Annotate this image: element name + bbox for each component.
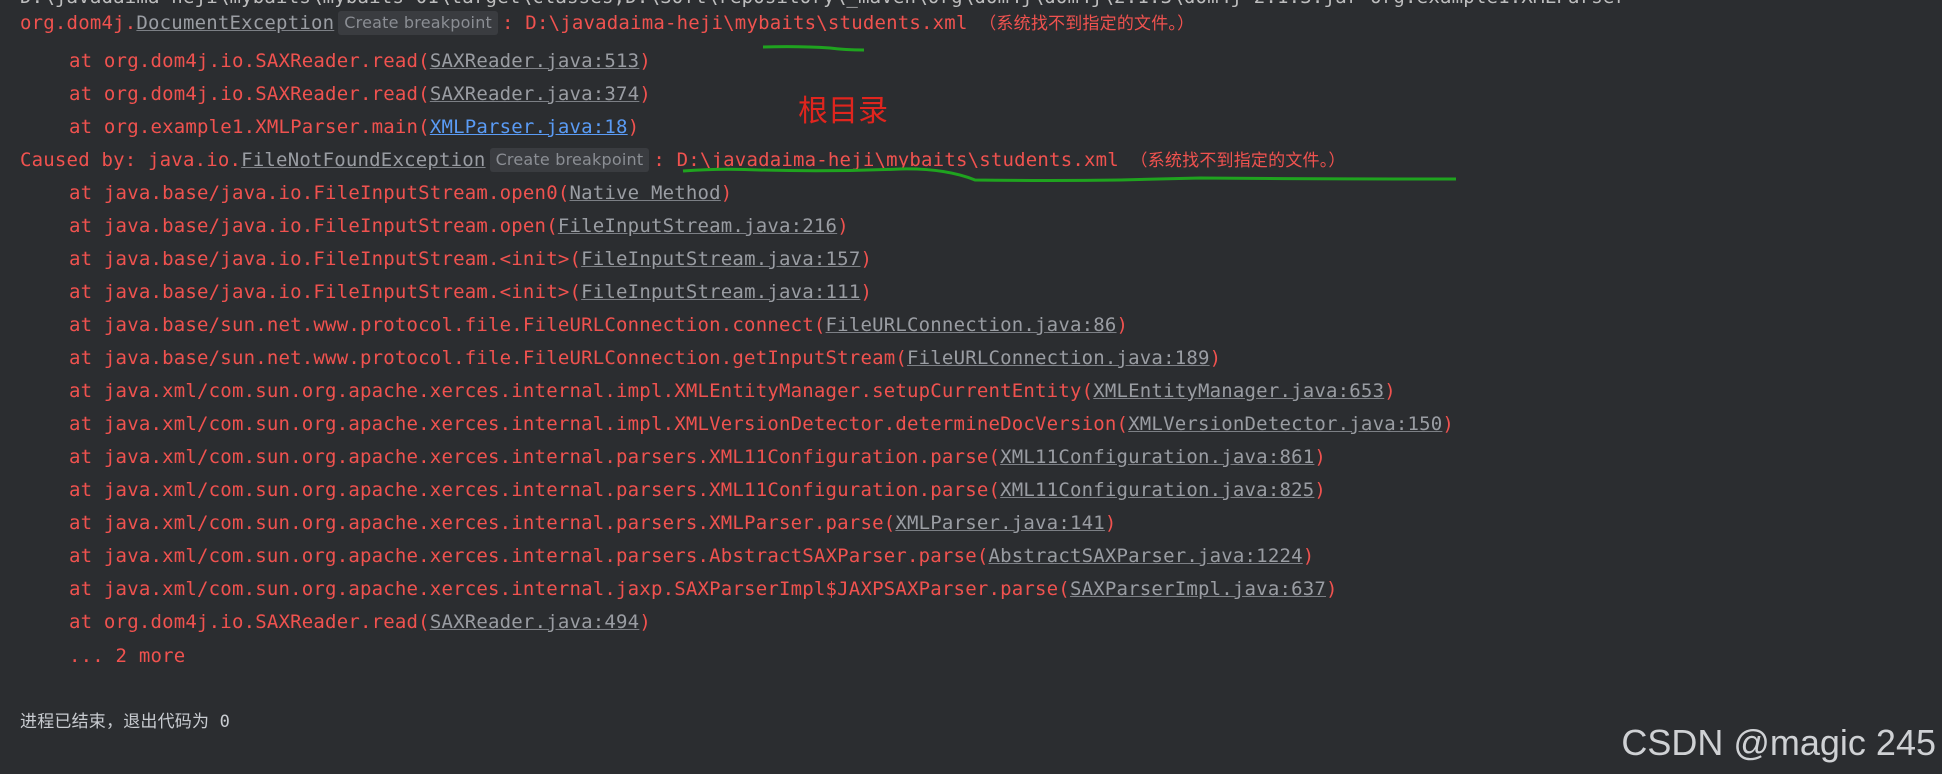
stack-frame-source-link[interactable]: Native Method <box>569 182 720 204</box>
stack-frame: at java.xml/com.sun.org.apache.xerces.in… <box>69 475 1326 505</box>
stack-frame-method: at java.base/java.io.FileInputStream.<in… <box>69 248 582 270</box>
stack-frame-method: at java.base/sun.net.www.protocol.file.F… <box>69 347 908 369</box>
stack-frame-source-link[interactable]: XML11Configuration.java:825 <box>1000 479 1314 501</box>
stack-frame: at java.xml/com.sun.org.apache.xerces.in… <box>69 376 1396 406</box>
stack-frame: at java.xml/com.sun.org.apache.xerces.in… <box>69 442 1326 472</box>
closing-paren: ) <box>639 50 651 72</box>
stack-frame: at java.xml/com.sun.org.apache.xerces.in… <box>69 409 1454 439</box>
closing-paren: ) <box>1442 413 1455 435</box>
caused-prefix: Caused by: java.io. <box>20 149 242 171</box>
stack-frame-source-link[interactable]: XMLVersionDetector.java:150 <box>1128 413 1442 435</box>
stack-frame: at java.base/java.io.FileInputStream.<in… <box>69 244 872 274</box>
stack-frame: at java.xml/com.sun.org.apache.xerces.in… <box>69 574 1338 604</box>
stack-frame-source-link[interactable]: AbstractSAXParser.java:1224 <box>988 545 1302 567</box>
stack-frame: at java.xml/com.sun.org.apache.xerces.in… <box>69 541 1314 571</box>
stack-frame-method: at org.example1.XMLParser.main( <box>69 116 430 138</box>
stack-frame-source-link[interactable]: XML11Configuration.java:861 <box>1000 446 1314 468</box>
stack-frame: at org.dom4j.io.SAXReader.read(SAXReader… <box>69 607 651 637</box>
closing-paren: ) <box>1209 347 1222 369</box>
stack-frame-method: at java.base/java.io.FileInputStream.<in… <box>69 281 582 303</box>
caused-message: : D:\javadaima-heji\mybaits\students.xml <box>653 149 1119 171</box>
closing-paren: ) <box>1314 479 1327 501</box>
stack-frame-method: at java.base/sun.net.www.protocol.file.F… <box>69 314 826 336</box>
stack-frame: at java.base/java.io.FileInputStream.<in… <box>69 277 872 307</box>
closing-paren: ) <box>1302 545 1315 567</box>
process-exit-message: 进程已结束，退出代码为 0 <box>20 712 231 732</box>
stack-frame-method: at java.xml/com.sun.org.apache.xerces.in… <box>69 446 1001 468</box>
exception-prefix: org.dom4j. <box>20 12 137 34</box>
stack-frame: at java.base/sun.net.www.protocol.file.F… <box>69 343 1221 373</box>
csdn-watermark: CSDN @magic 245 <box>1621 722 1936 763</box>
create-breakpoint-button[interactable]: Create breakpoint <box>489 148 650 172</box>
closing-paren: ) <box>1314 446 1327 468</box>
annotation-root-directory: 根目录 <box>798 94 888 129</box>
closing-paren: ) <box>837 215 849 237</box>
stack-frame-source-link[interactable]: SAXReader.java:374 <box>430 83 640 105</box>
closing-paren: ) <box>639 83 651 105</box>
stack-frame-method: at java.xml/com.sun.org.apache.xerces.in… <box>69 479 1001 501</box>
closing-paren: ) <box>1116 314 1129 336</box>
caused-class-link[interactable]: FileNotFoundException <box>241 149 485 171</box>
stack-frame: at org.dom4j.io.SAXReader.read(SAXReader… <box>69 46 651 76</box>
closing-paren: ) <box>860 281 873 303</box>
create-breakpoint-button[interactable]: Create breakpoint <box>338 11 499 35</box>
exception-class-link[interactable]: DocumentException <box>136 12 334 34</box>
stack-frame-source-link[interactable]: SAXReader.java:494 <box>430 611 640 633</box>
exception-message: : D:\javadaima-heji\mybaits\students.xml <box>502 12 968 34</box>
closing-paren: ) <box>1326 578 1338 600</box>
exception-line: org.dom4j.DocumentException Create breakp… <box>20 8 1194 38</box>
stack-frame-source-link[interactable]: FileInputStream.java:216 <box>558 215 837 237</box>
caused-message-cn: （系统找不到指定的文件。） <box>1130 151 1346 171</box>
stack-frame-source-link[interactable]: FileInputStream.java:111 <box>581 281 860 303</box>
stack-frame: at org.dom4j.io.SAXReader.read(SAXReader… <box>69 79 651 109</box>
closing-paren: ) <box>1104 512 1117 534</box>
caused-by-line: Caused by: java.io.FileNotFoundException… <box>20 145 1346 175</box>
more-frames-text: ... 2 more <box>69 645 186 667</box>
closing-paren: ) <box>627 116 640 138</box>
stack-frame-source-link[interactable]: XMLParser.java:18 <box>430 116 628 138</box>
stack-frame-method: at java.xml/com.sun.org.apache.xerces.in… <box>69 512 896 534</box>
closing-paren: ) <box>639 611 651 633</box>
stack-frame-method: at org.dom4j.io.SAXReader.read( <box>69 50 430 72</box>
stack-frame: at java.base/java.io.FileInputStream.ope… <box>69 178 732 208</box>
stack-frame: at java.base/sun.net.www.protocol.file.F… <box>69 310 1128 340</box>
stack-frame-method: at java.xml/com.sun.org.apache.xerces.in… <box>69 413 1129 435</box>
stack-frame-source-link[interactable]: SAXReader.java:513 <box>430 50 640 72</box>
stack-frame-source-link[interactable]: XMLEntityManager.java:653 <box>1093 380 1384 402</box>
stack-frame-method: at java.base/java.io.FileInputStream.ope… <box>69 215 558 237</box>
console-output: D:\javadaima-heji\mybaits\mybaits-01\tar… <box>0 0 1942 774</box>
stack-frame-source-link[interactable]: SAXParserImpl.java:637 <box>1070 578 1326 600</box>
stack-frame-source-link[interactable]: FileURLConnection.java:189 <box>907 347 1210 369</box>
stack-frame-source-link[interactable]: FileInputStream.java:157 <box>581 248 860 270</box>
stack-frame: at org.example1.XMLParser.main(XMLParser… <box>69 112 639 142</box>
stack-frame: at java.xml/com.sun.org.apache.xerces.in… <box>69 508 1117 538</box>
stack-frame-method: at java.xml/com.sun.org.apache.xerces.in… <box>69 380 1094 402</box>
closing-paren: ) <box>1384 380 1396 402</box>
stack-frame: at java.base/java.io.FileInputStream.ope… <box>69 211 849 241</box>
stack-frame-method: at org.dom4j.io.SAXReader.read( <box>69 611 430 633</box>
stack-frame-source-link[interactable]: FileURLConnection.java:86 <box>826 314 1117 336</box>
closing-paren: ) <box>860 248 873 270</box>
exception-message-cn: （系统找不到指定的文件。） <box>979 14 1195 34</box>
stack-frame-method: at java.xml/com.sun.org.apache.xerces.in… <box>69 578 1070 600</box>
stack-frame-source-link[interactable]: XMLParser.java:141 <box>895 512 1105 534</box>
closing-paren: ) <box>720 182 733 204</box>
stack-frame-method: at java.xml/com.sun.org.apache.xerces.in… <box>69 545 989 567</box>
stack-frame-method: at java.base/java.io.FileInputStream.ope… <box>69 182 570 204</box>
stack-frame-method: at org.dom4j.io.SAXReader.read( <box>69 83 430 105</box>
